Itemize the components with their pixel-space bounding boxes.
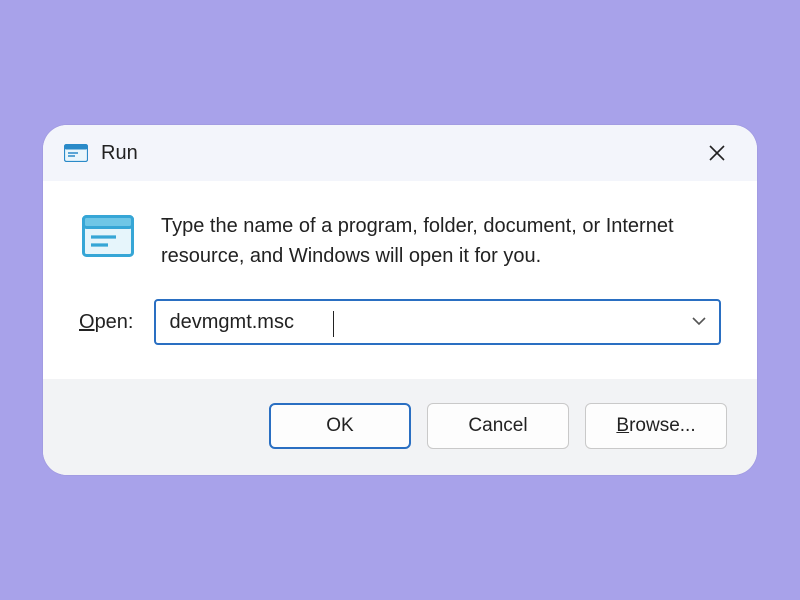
titlebar: Run xyxy=(43,125,757,181)
description-text: Type the name of a program, folder, docu… xyxy=(161,211,701,271)
command-combobox[interactable] xyxy=(154,299,722,345)
close-button[interactable] xyxy=(699,135,735,171)
open-label: Open: xyxy=(79,311,134,334)
chevron-down-icon[interactable] xyxy=(691,313,707,331)
browse-button[interactable]: Browse... xyxy=(585,403,727,449)
dialog-footer: OK Cancel Browse... xyxy=(43,379,757,475)
ok-button[interactable]: OK xyxy=(269,403,411,449)
text-cursor xyxy=(333,311,334,337)
cancel-button-label: Cancel xyxy=(468,415,527,437)
close-icon xyxy=(708,144,726,162)
run-icon xyxy=(63,143,89,163)
run-dialog: Run Type the name of a program, folder, … xyxy=(43,125,757,475)
browse-button-label: Browse... xyxy=(616,415,695,437)
cancel-button[interactable]: Cancel xyxy=(427,403,569,449)
command-input[interactable] xyxy=(170,311,692,334)
dialog-body: Type the name of a program, folder, docu… xyxy=(43,181,757,345)
dialog-title: Run xyxy=(101,142,138,165)
ok-button-label: OK xyxy=(326,415,353,437)
run-icon-large xyxy=(79,211,137,257)
